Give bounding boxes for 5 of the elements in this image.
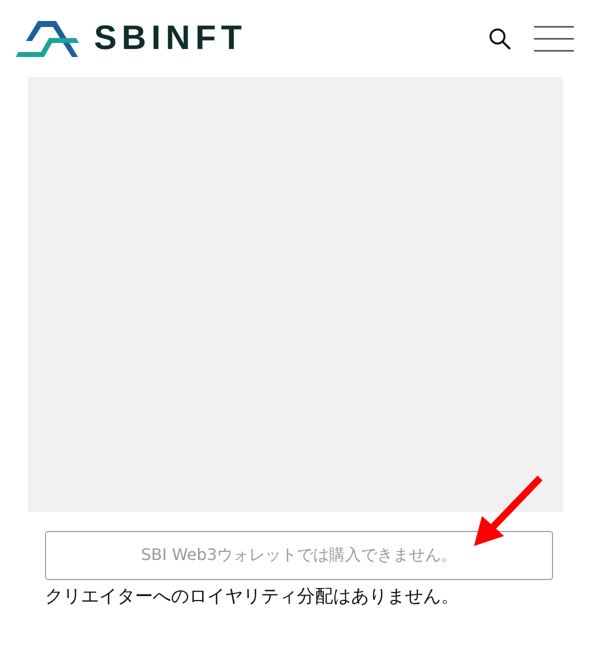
logo-text: SBINFT <box>94 19 247 58</box>
logo-icon <box>16 18 80 58</box>
royalty-note: クリエイターへのロイヤリティ分配はありません。 <box>45 585 460 608</box>
menu-icon[interactable] <box>534 26 574 52</box>
search-icon[interactable] <box>488 26 512 50</box>
